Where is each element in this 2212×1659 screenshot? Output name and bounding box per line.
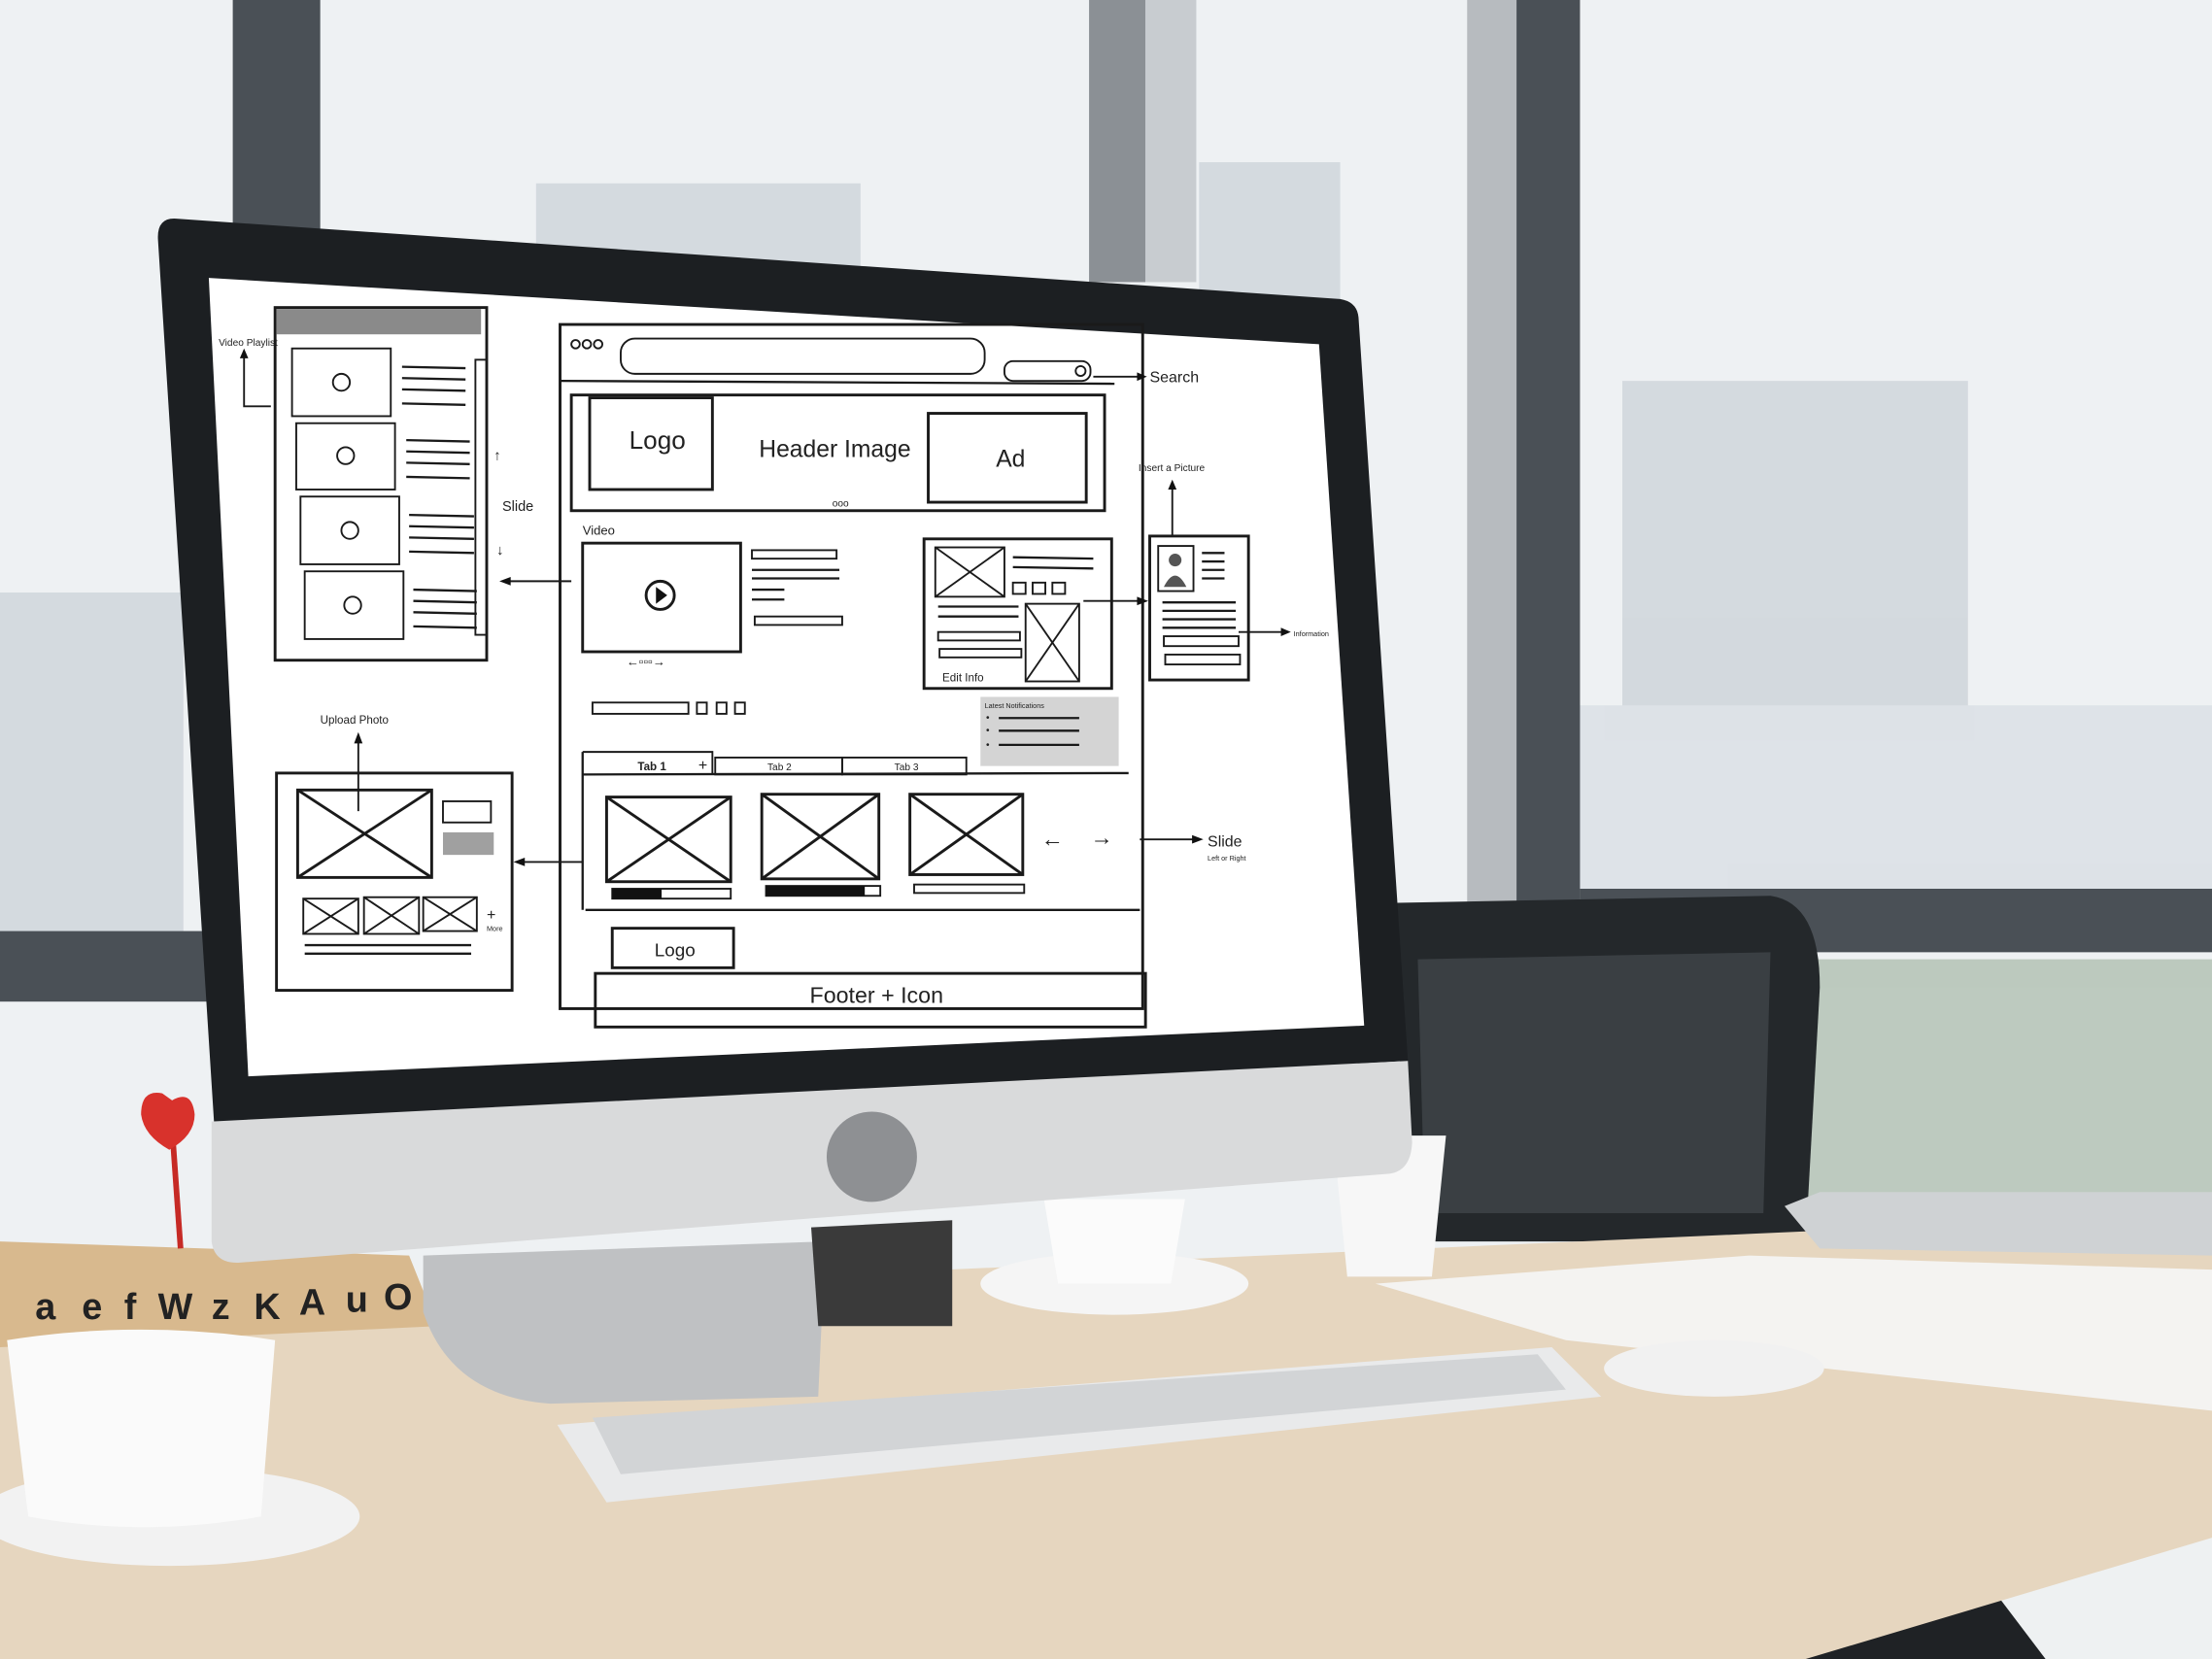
more-plus: + <box>487 907 495 924</box>
tab-1: Tab 1 <box>637 761 666 773</box>
monitor-screen <box>208 278 1365 1077</box>
notification-bullet: • <box>986 740 990 751</box>
tablet <box>1784 1192 2212 1256</box>
playlist-slide-label: Slide <box>502 499 533 515</box>
block-letter: a <box>35 1286 56 1327</box>
pencil-holder <box>810 1220 953 1327</box>
header-pager: ooo <box>833 498 849 509</box>
slide-up-arrow: ↑ <box>493 448 500 463</box>
tab-3: Tab 3 <box>895 762 919 773</box>
more-label: More <box>487 925 503 933</box>
footer-logo: Logo <box>655 940 696 961</box>
block-letter: A <box>299 1282 325 1323</box>
tab-2: Tab 2 <box>767 762 792 773</box>
header-ad: Ad <box>996 447 1025 473</box>
block-letter: u <box>346 1279 368 1320</box>
footer-label: Footer + Icon <box>810 983 943 1008</box>
tab-add: + <box>698 758 707 774</box>
notification-bullet: • <box>986 726 990 736</box>
slider-right-arrow: → <box>1091 825 1113 850</box>
search-label: Search <box>1150 370 1200 387</box>
block-letter: z <box>212 1286 230 1327</box>
mouse <box>1604 1339 1824 1397</box>
notifications-title: Latest Notifications <box>985 701 1045 710</box>
slider-left-arrow: ← <box>1041 826 1064 851</box>
monitor-stand <box>423 1241 826 1405</box>
block-letter: f <box>124 1286 137 1327</box>
slide-down-arrow: ↓ <box>496 543 503 559</box>
slide-note-title: Slide <box>1208 833 1242 850</box>
header-logo: Logo <box>630 425 686 455</box>
apple-logo-placeholder <box>826 1111 917 1202</box>
block-letter: e <box>82 1286 102 1327</box>
insert-picture-label: Insert a Picture <box>1139 463 1206 474</box>
edit-info-label: Edit Info <box>942 671 984 684</box>
information-label: Information <box>1294 629 1329 638</box>
video-playlist-label: Video Playlist <box>219 338 278 349</box>
desk-scene-photo: a e f W z K A u O Video Playlist ↑ Slide… <box>0 0 2212 1659</box>
block-letter: O <box>384 1276 412 1317</box>
block-letter: W <box>158 1286 193 1327</box>
video-label: Video <box>583 523 615 537</box>
slide-note-subtitle: Left or Right <box>1208 854 1245 863</box>
header-image-label: Header Image <box>759 437 910 463</box>
block-letter: K <box>254 1286 280 1327</box>
notification-bullet: • <box>986 713 990 724</box>
upload-photo-label: Upload Photo <box>321 714 389 727</box>
video-pager: ←▫▫▫→ <box>627 655 665 669</box>
